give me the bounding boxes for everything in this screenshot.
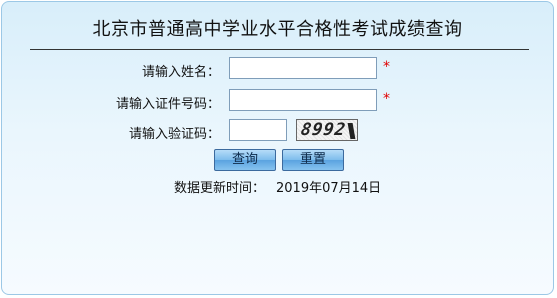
captcha-image[interactable]: 8992 [296,119,358,141]
captcha-image-text: 8992 [299,120,348,140]
name-input[interactable] [229,57,377,79]
captcha-noise [347,123,356,139]
id-label: 请输入证件号码： [115,97,220,112]
captcha-input[interactable] [229,119,287,141]
captcha-label: 请输入验证码： [128,127,220,142]
name-label: 请输入姓名： [141,65,220,80]
title-divider [30,49,529,50]
button-row: 查询 重置 [2,149,553,173]
name-row: 请输入姓名： * [2,57,553,81]
update-time-value: 2019年07月14日 [276,181,382,196]
page-title: 北京市普通高中学业水平合格性考试成绩查询 [92,19,463,40]
reset-button[interactable]: 重置 [282,149,344,171]
id-required-mark: * [383,91,390,107]
update-time-label: 数据更新时间： [174,181,266,196]
query-button[interactable]: 查询 [214,149,276,171]
id-row: 请输入证件号码： * [2,89,553,113]
captcha-row: 请输入验证码： 8992 [2,119,553,143]
id-number-input[interactable] [229,89,377,111]
name-required-mark: * [383,59,390,75]
query-panel: 北京市普通高中学业水平合格性考试成绩查询 请输入姓名： * 请输入证件号码： *… [1,1,554,295]
